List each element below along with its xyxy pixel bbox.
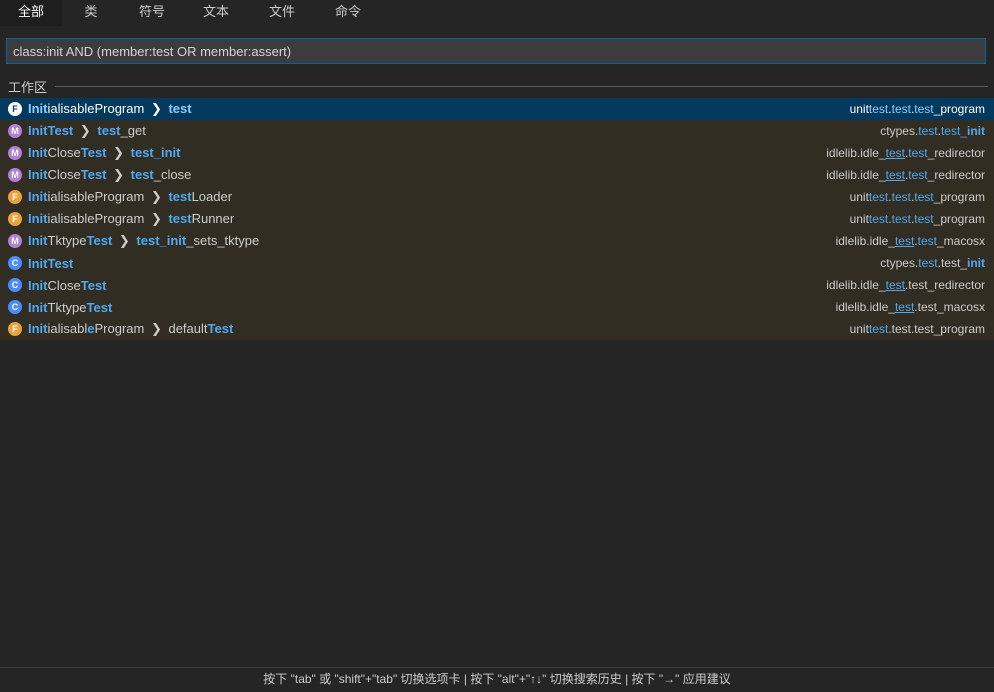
result-row[interactable]: C InitTktypeTest idlelib.idle_test.test_ma… (0, 296, 994, 318)
chevron-right-icon: ❯ (147, 189, 166, 204)
status-bar: 按下 "tab" 或 "shift"+"tab" 切换选项卡 | 按下 "alt… (0, 667, 994, 692)
chevron-right-icon: ❯ (109, 167, 128, 182)
result-row[interactable]: F InitialisableProgram ❯ testRunner unitte… (0, 208, 994, 230)
class-icon: C (8, 278, 22, 292)
result-row[interactable]: M InitTest ❯ test_get ctypes.test.test_ini… (0, 120, 994, 142)
tab-files[interactable]: 文件 (248, 0, 316, 26)
method-icon: M (8, 168, 22, 182)
method-icon: M (8, 234, 22, 248)
result-path: unittest.test.test_program (849, 102, 985, 116)
function-icon: F (8, 190, 22, 204)
result-path: unittest.test.test_program (849, 190, 985, 204)
result-path: idlelib.idle_test.test_redirector (826, 168, 985, 182)
method-icon: M (8, 146, 22, 160)
tab-text[interactable]: 文本 (184, 0, 248, 26)
chevron-right-icon: ❯ (115, 233, 134, 248)
result-name: InitTktypeTest ❯ test_init_sets_tktype (28, 233, 260, 248)
tab-bar: 全部 类 符号 文本 文件 命令 (0, 0, 994, 26)
result-row[interactable]: F InitialisableProgram ❯ test unittest.tes… (0, 98, 994, 120)
result-name: InitTktypeTest (28, 299, 113, 315)
function-icon: F (8, 102, 22, 116)
result-path: idlelib.idle_test.test_macosx (835, 300, 985, 314)
tab-classes[interactable]: 类 (62, 0, 120, 26)
tab-commands[interactable]: 命令 (316, 0, 380, 26)
result-row[interactable]: M InitCloseTest ❯ test_close idlelib.idle_… (0, 164, 994, 186)
search-input[interactable] (7, 39, 985, 63)
search-box (6, 38, 986, 64)
function-icon: F (8, 212, 22, 226)
chevron-right-icon: ❯ (147, 211, 166, 226)
result-name: InitialisableProgram ❯ testLoader (28, 189, 233, 204)
section-header: 工作区 (0, 76, 994, 96)
result-row[interactable]: M InitCloseTest ❯ test_init idlelib.idle_t… (0, 142, 994, 164)
result-name: InitCloseTest (28, 277, 107, 293)
result-row[interactable]: F InitialisableProgram ❯ testLoader unitte… (0, 186, 994, 208)
result-path: idlelib.idle_test.test_redirector (826, 146, 985, 160)
result-row[interactable]: F InitialisableProgram ❯ defaultTest unitt… (0, 318, 994, 340)
tab-all[interactable]: 全部 (0, 0, 62, 26)
function-icon: F (8, 322, 22, 336)
chevron-right-icon: ❯ (76, 123, 95, 138)
class-icon: C (8, 256, 22, 270)
tab-symbols[interactable]: 符号 (120, 0, 184, 26)
results-list: F InitialisableProgram ❯ test unittest.tes… (0, 98, 994, 340)
result-path: idlelib.idle_test.test_macosx (835, 234, 985, 248)
result-name: InitialisableProgram ❯ testRunner (28, 211, 235, 226)
result-name: InitTest (28, 255, 74, 271)
section-divider (55, 85, 988, 87)
method-icon: M (8, 124, 22, 138)
result-path: unittest.test.test_program (849, 322, 985, 336)
chevron-right-icon: ❯ (147, 321, 166, 336)
result-path: idlelib.idle_test.test_redirector (826, 278, 985, 292)
result-path: ctypes.test.test_init (880, 256, 985, 270)
result-name: InitialisableProgram ❯ defaultTest (28, 321, 234, 336)
result-name: InitCloseTest ❯ test_close (28, 167, 192, 182)
result-name: InitTest ❯ test_get (28, 123, 146, 138)
class-icon: C (8, 300, 22, 314)
chevron-right-icon: ❯ (147, 101, 166, 116)
result-name: InitCloseTest ❯ test_init (28, 145, 181, 160)
result-row[interactable]: C InitTest ctypes.test.test_init (0, 252, 994, 274)
result-row[interactable]: M InitTktypeTest ❯ test_init_sets_tktype i… (0, 230, 994, 252)
section-label-workspace: 工作区 (8, 79, 48, 95)
result-path: unittest.test.test_program (849, 212, 985, 226)
result-row[interactable]: C InitCloseTest idlelib.idle_test.test_red… (0, 274, 994, 296)
chevron-right-icon: ❯ (109, 145, 128, 160)
result-path: ctypes.test.test_init (880, 124, 985, 138)
keyboard-hint-text: 按下 "tab" 或 "shift"+"tab" 切换选项卡 | 按下 "alt… (263, 672, 731, 686)
result-name: InitialisableProgram ❯ test (28, 101, 192, 116)
